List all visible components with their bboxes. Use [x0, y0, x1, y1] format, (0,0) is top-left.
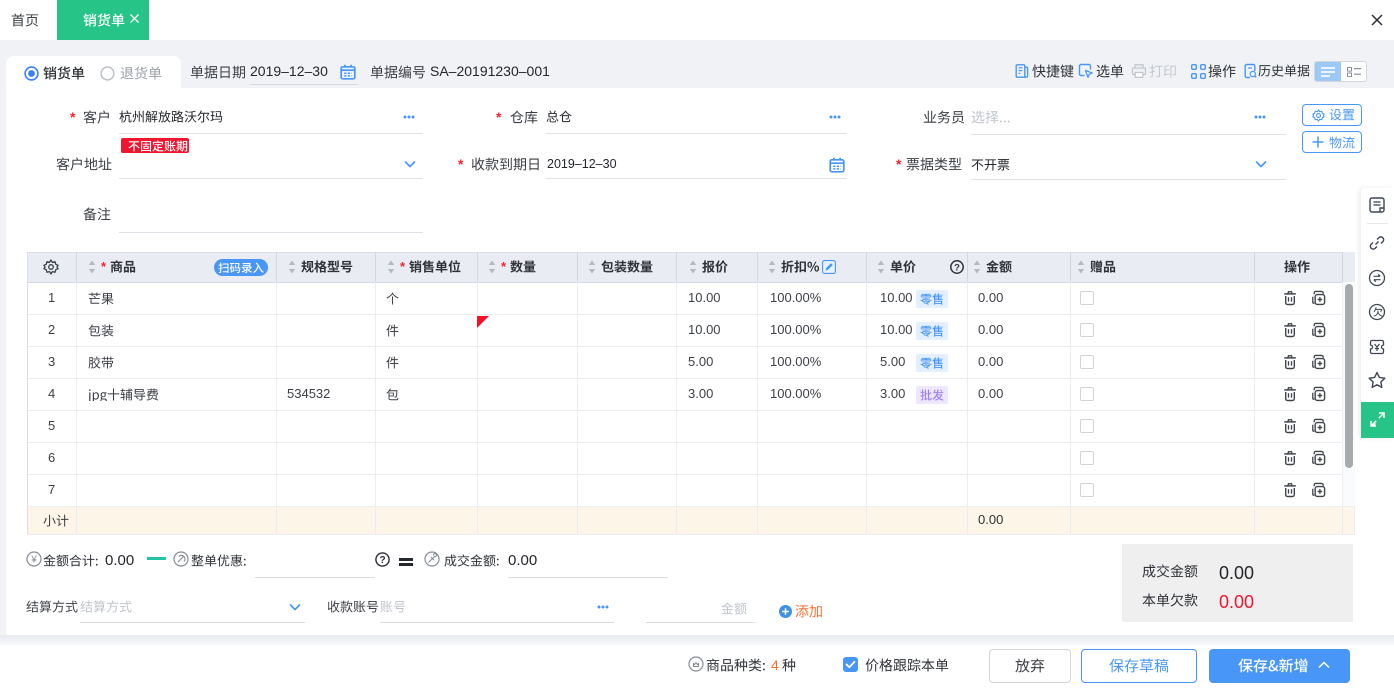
svg-text:?: ?: [379, 555, 385, 566]
svg-text:?: ?: [954, 262, 960, 273]
svg-text:¥: ¥: [30, 555, 37, 566]
